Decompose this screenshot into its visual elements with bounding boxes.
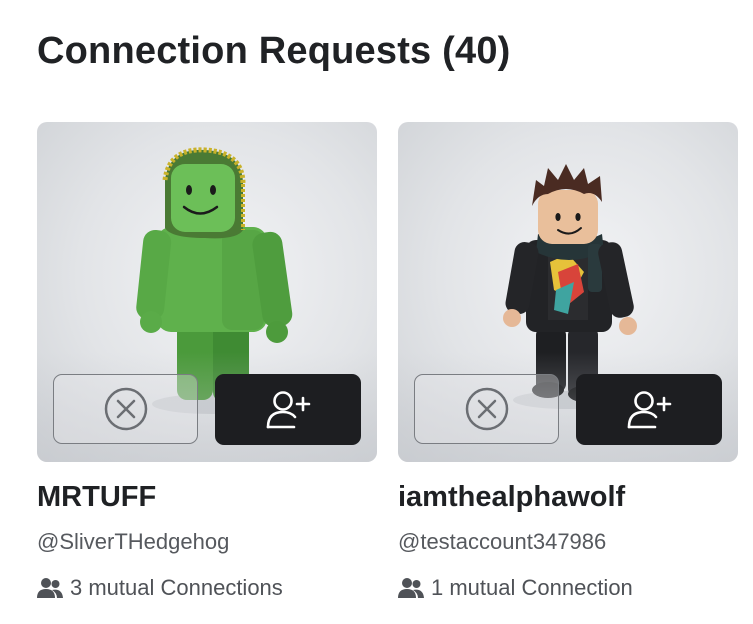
display-name[interactable]: iamthealphawolf xyxy=(398,479,625,515)
accept-button[interactable] xyxy=(576,374,722,445)
connection-request-card: MRTUFF @SliverTHedgehog 3 mutual Connect… xyxy=(37,122,377,600)
mutual-connections-label: 3 mutual Connections xyxy=(70,575,283,600)
avatar-thumbnail[interactable] xyxy=(398,122,738,462)
mutual-connections: 1 mutual Connection xyxy=(398,574,633,602)
accept-button[interactable] xyxy=(215,374,361,445)
circle-x-icon xyxy=(104,387,147,431)
circle-x-icon xyxy=(465,387,508,431)
avatar-thumbnail[interactable] xyxy=(37,122,377,462)
people-icon xyxy=(37,578,63,598)
decline-button[interactable] xyxy=(53,374,198,444)
display-name[interactable]: MRTUFF xyxy=(37,479,156,515)
page-title: Connection Requests (40) xyxy=(37,30,511,72)
person-add-icon xyxy=(266,390,311,428)
connection-request-card: iamthealphawolf @testaccount347986 1 mut… xyxy=(398,122,738,600)
username: @testaccount347986 xyxy=(398,529,607,554)
mutual-connections-label: 1 mutual Connection xyxy=(431,575,633,600)
mutual-connections: 3 mutual Connections xyxy=(37,574,283,602)
decline-button[interactable] xyxy=(414,374,559,444)
people-icon xyxy=(398,578,424,598)
person-add-icon xyxy=(627,390,672,428)
username: @SliverTHedgehog xyxy=(37,529,230,554)
